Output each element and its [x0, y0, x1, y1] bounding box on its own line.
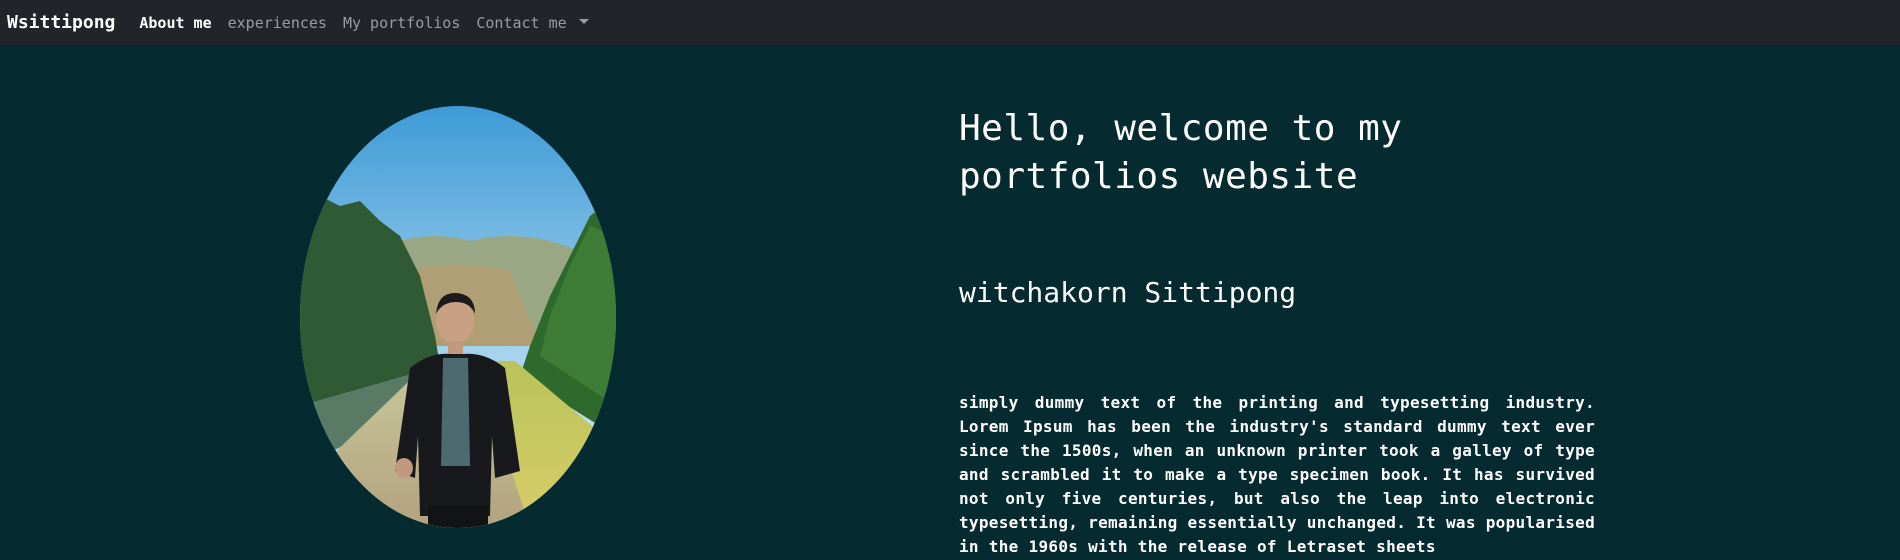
navbar-brand[interactable]: Wsittipong: [7, 12, 115, 33]
bio-paragraph: simply dummy text of the printing and ty…: [959, 393, 1595, 556]
nav-link-about-me[interactable]: About me: [139, 14, 211, 32]
top-navbar: Wsittipong About me experiences My portf…: [0, 0, 1900, 45]
page-title: Hello, welcome to my portfolios website: [959, 108, 1403, 197]
nav-link-experiences[interactable]: experiences: [228, 14, 327, 32]
owner-name: witchakorn Sittipong: [959, 276, 1297, 309]
intro-content: Hello, welcome to my portfolios website …: [959, 105, 1595, 559]
nav-link-my-portfolios[interactable]: My portfolios: [343, 14, 460, 32]
profile-photo: [300, 106, 616, 528]
nav-link-contact-me-label: Contact me: [476, 13, 567, 32]
hero-section: Hello, welcome to my portfolios website …: [0, 45, 1900, 560]
nav-link-contact-me[interactable]: Contact me: [476, 13, 589, 32]
chevron-down-icon[interactable]: [578, 19, 589, 24]
